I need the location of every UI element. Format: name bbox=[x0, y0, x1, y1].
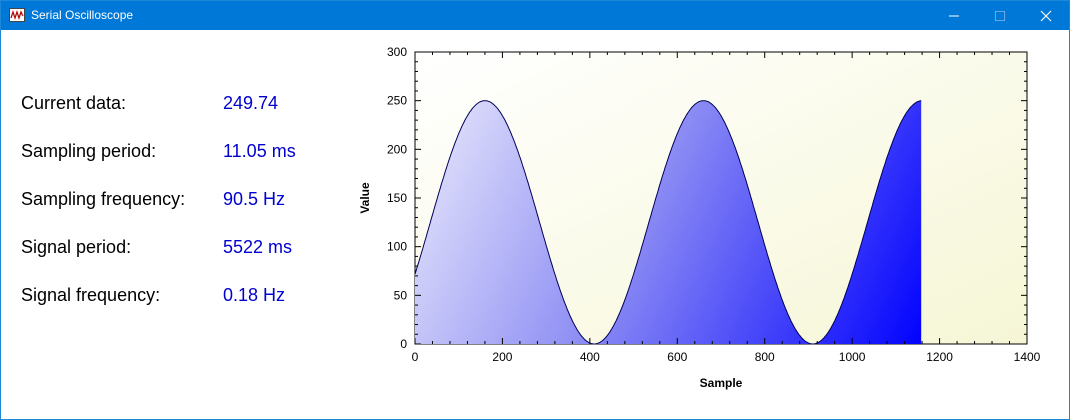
title-bar[interactable]: Serial Oscilloscope bbox=[1, 1, 1069, 30]
current-data-value: 249.74 bbox=[223, 93, 279, 113]
sampling-frequency-value: 90.5 Hz bbox=[223, 189, 286, 209]
close-button[interactable] bbox=[1023, 1, 1069, 30]
y-tick-label: 250 bbox=[387, 94, 407, 108]
oscilloscope-chart[interactable]: 0 200 400 600 800 1000 1200 1400 0 50 100 150 200 25… bbox=[351, 37, 1051, 397]
signal-period-label: Signal period: bbox=[21, 237, 132, 257]
signal-period-value: 5522 ms bbox=[223, 237, 293, 257]
signal-frequency-label: Signal frequency: bbox=[21, 285, 161, 305]
x-tick-label: 1000 bbox=[839, 350, 866, 364]
maximize-button[interactable] bbox=[977, 1, 1023, 30]
x-tick-label: 600 bbox=[667, 350, 687, 364]
x-tick-label: 0 bbox=[412, 350, 419, 364]
x-tick-label: 1200 bbox=[926, 350, 953, 364]
y-tick-label: 100 bbox=[387, 240, 407, 254]
x-axis-title: Sample bbox=[700, 376, 743, 390]
signal-frequency-value: 0.18 Hz bbox=[223, 285, 286, 305]
x-tick-label: 400 bbox=[580, 350, 600, 364]
sampling-period-value: 11.05 ms bbox=[223, 141, 296, 161]
current-data-label: Current data: bbox=[21, 93, 127, 113]
x-tick-label: 1400 bbox=[1014, 350, 1041, 364]
minimize-button[interactable] bbox=[931, 1, 977, 30]
oscilloscope-app-icon bbox=[9, 7, 25, 23]
maximize-icon bbox=[995, 10, 1005, 21]
y-tick-labels: 0 50 100 150 200 250 300 bbox=[387, 45, 407, 351]
x-tick-label: 800 bbox=[755, 350, 775, 364]
readout-panel: Current data: 249.74 Sampling period: 11… bbox=[1, 30, 361, 410]
chart-canvas: 0 200 400 600 800 1000 1200 1400 0 50 100 150 200 25… bbox=[358, 45, 1041, 390]
y-tick-label: 50 bbox=[394, 288, 408, 302]
close-icon bbox=[1040, 10, 1052, 21]
sampling-frequency-label: Sampling frequency: bbox=[21, 189, 186, 209]
window-title: Serial Oscilloscope bbox=[31, 8, 134, 22]
y-tick-label: 300 bbox=[387, 45, 407, 59]
x-tick-labels: 0 200 400 600 800 1000 1200 1400 bbox=[412, 350, 1041, 364]
app-window: Serial Oscilloscope Current data: 249.74… bbox=[0, 0, 1070, 420]
sampling-period-label: Sampling period: bbox=[21, 141, 157, 161]
x-tick-label: 200 bbox=[492, 350, 512, 364]
y-tick-label: 0 bbox=[400, 337, 407, 351]
minimize-icon bbox=[949, 15, 959, 16]
y-axis-title: Value bbox=[358, 182, 372, 214]
y-tick-label: 200 bbox=[387, 142, 407, 156]
y-tick-label: 150 bbox=[387, 191, 407, 205]
